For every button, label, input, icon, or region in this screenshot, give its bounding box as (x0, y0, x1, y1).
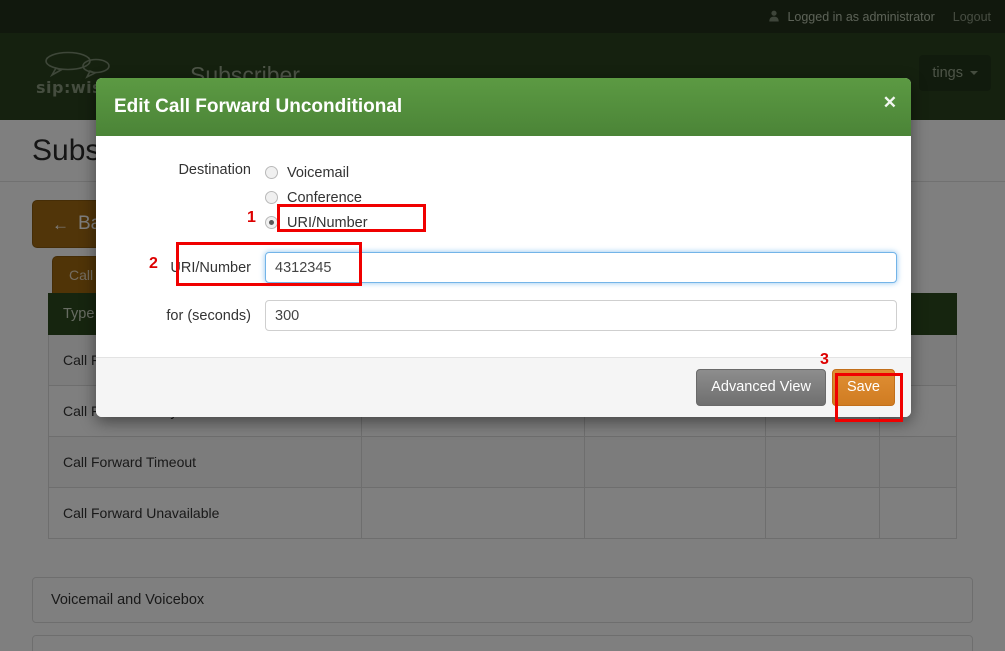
dialog-body: Destination Voicemail Conference URI/Num… (96, 136, 911, 357)
radio-icon-selected (265, 216, 278, 229)
radio-label: Conference (287, 189, 362, 206)
destination-label: Destination (178, 162, 251, 178)
destination-radio-group: Voicemail Conference URI/Number (265, 158, 368, 235)
radio-option-voicemail[interactable]: Voicemail (265, 160, 368, 185)
destination-row: Destination Voicemail Conference URI/Num… (110, 158, 897, 235)
radio-label: URI/Number (287, 214, 368, 231)
app-window: Logged in as administrator Logout sip:wi… (0, 0, 1005, 651)
radio-label: Voicemail (287, 164, 350, 181)
dialog-header: Edit Call Forward Unconditional ✕ (96, 78, 911, 136)
radio-icon (265, 166, 278, 179)
for-seconds-row: for (seconds) (110, 300, 897, 331)
advanced-view-button[interactable]: Advanced View (696, 368, 826, 407)
radio-icon (265, 191, 278, 204)
uri-number-input[interactable] (265, 252, 897, 283)
radio-option-uri-number[interactable]: URI/Number (265, 210, 368, 235)
radio-option-conference[interactable]: Conference (265, 185, 368, 210)
uri-number-label: URI/Number (170, 259, 251, 276)
dialog-title: Edit Call Forward Unconditional (114, 96, 403, 117)
for-seconds-input[interactable] (265, 300, 897, 331)
dialog-footer: Advanced View Save (96, 357, 911, 417)
edit-call-forward-dialog: Edit Call Forward Unconditional ✕ Destin… (96, 78, 911, 417)
close-icon[interactable]: ✕ (883, 94, 897, 111)
for-seconds-label: for (seconds) (166, 307, 251, 324)
save-button[interactable]: Save (831, 368, 895, 407)
uri-number-row: URI/Number (110, 252, 897, 283)
